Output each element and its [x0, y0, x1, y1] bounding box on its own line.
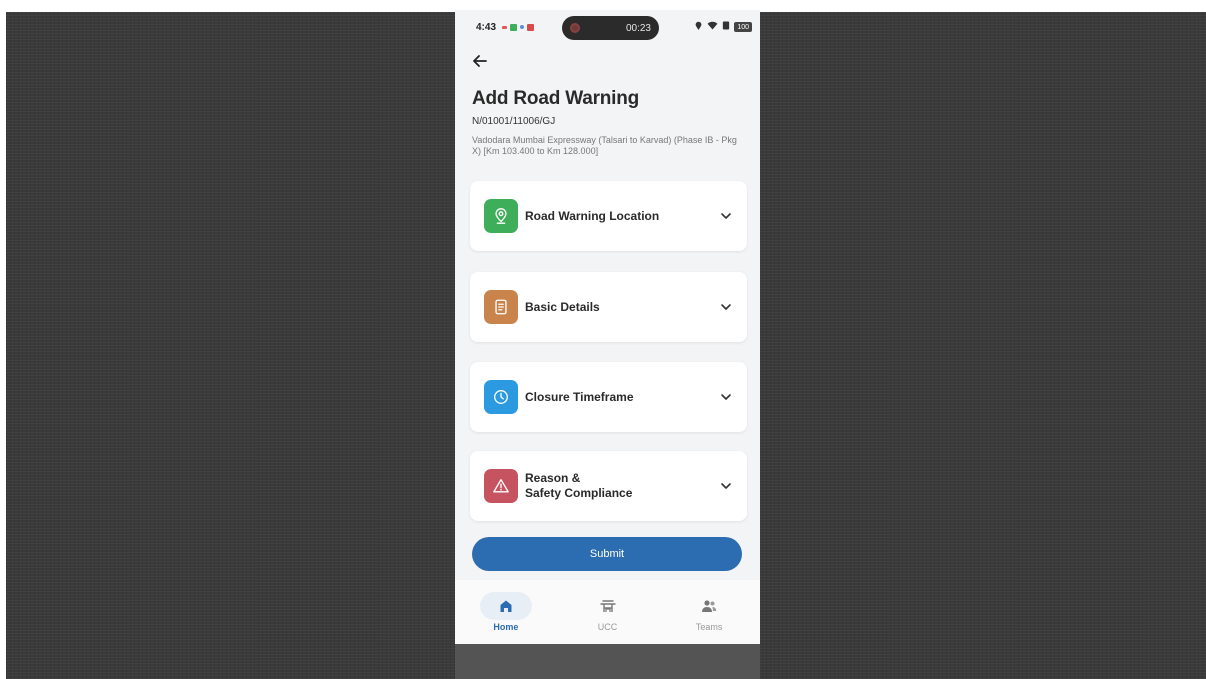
recording-pill[interactable]: 00:23	[562, 16, 659, 40]
section-label: Road Warning Location	[525, 208, 660, 223]
project-description: Vadodara Mumbai Expressway (Talsari to K…	[472, 135, 737, 156]
nav-item-teams[interactable]: Teams	[658, 580, 760, 644]
bottom-nav: Home UCC Teams	[455, 580, 760, 644]
chevron-down-icon	[721, 483, 731, 489]
notification-icon	[510, 23, 518, 31]
location-status-icon	[694, 21, 703, 33]
section-closure-timeframe[interactable]: Closure Timeframe	[470, 362, 747, 432]
section-label: Closure Timeframe	[525, 389, 634, 404]
warning-icon	[484, 469, 518, 503]
notification-icons	[502, 23, 535, 31]
status-bar: 4:43 00:23 100	[455, 10, 760, 44]
section-label: Reason & Safety Compliance	[525, 471, 633, 500]
system-icons: 100	[694, 21, 752, 33]
notification-icon	[520, 25, 525, 29]
location-pin-icon	[484, 199, 518, 233]
nav-item-home[interactable]: Home	[455, 580, 557, 644]
nav-label: Home	[493, 622, 519, 632]
teams-icon	[683, 592, 735, 620]
chevron-down-icon	[721, 394, 731, 400]
gesture-area	[455, 644, 760, 679]
nav-label: Teams	[695, 622, 723, 632]
chevron-down-icon	[721, 304, 731, 310]
nav-item-ucc[interactable]: UCC	[557, 580, 659, 644]
home-icon	[479, 592, 532, 620]
nav-label: UCC	[597, 622, 618, 632]
battery-icon: 100	[734, 22, 752, 32]
phone-screen: 4:43 00:23 100 Add Road Warning N/01001/…	[455, 10, 760, 644]
wifi-icon	[707, 21, 718, 33]
notification-icon	[502, 25, 508, 29]
clock-icon	[484, 380, 518, 414]
section-reason-safety-compliance[interactable]: Reason & Safety Compliance	[470, 451, 747, 521]
section-basic-details[interactable]: Basic Details	[470, 272, 747, 342]
page-title: Add Road Warning	[472, 88, 640, 109]
project-code: N/01001/11006/GJ	[472, 116, 556, 127]
notification-icon	[527, 23, 535, 31]
section-label: Basic Details	[525, 299, 600, 314]
ucc-icon	[582, 592, 634, 620]
record-icon	[570, 23, 580, 33]
chevron-down-icon	[721, 213, 731, 219]
status-time: 4:43	[476, 21, 497, 33]
submit-button[interactable]: Submit	[472, 537, 742, 571]
back-arrow-icon	[473, 55, 487, 67]
recording-time: 00:23	[625, 22, 651, 34]
back-button[interactable]	[469, 50, 491, 72]
document-icon	[484, 290, 518, 324]
sim-icon	[722, 21, 730, 33]
section-road-warning-location[interactable]: Road Warning Location	[470, 181, 747, 251]
